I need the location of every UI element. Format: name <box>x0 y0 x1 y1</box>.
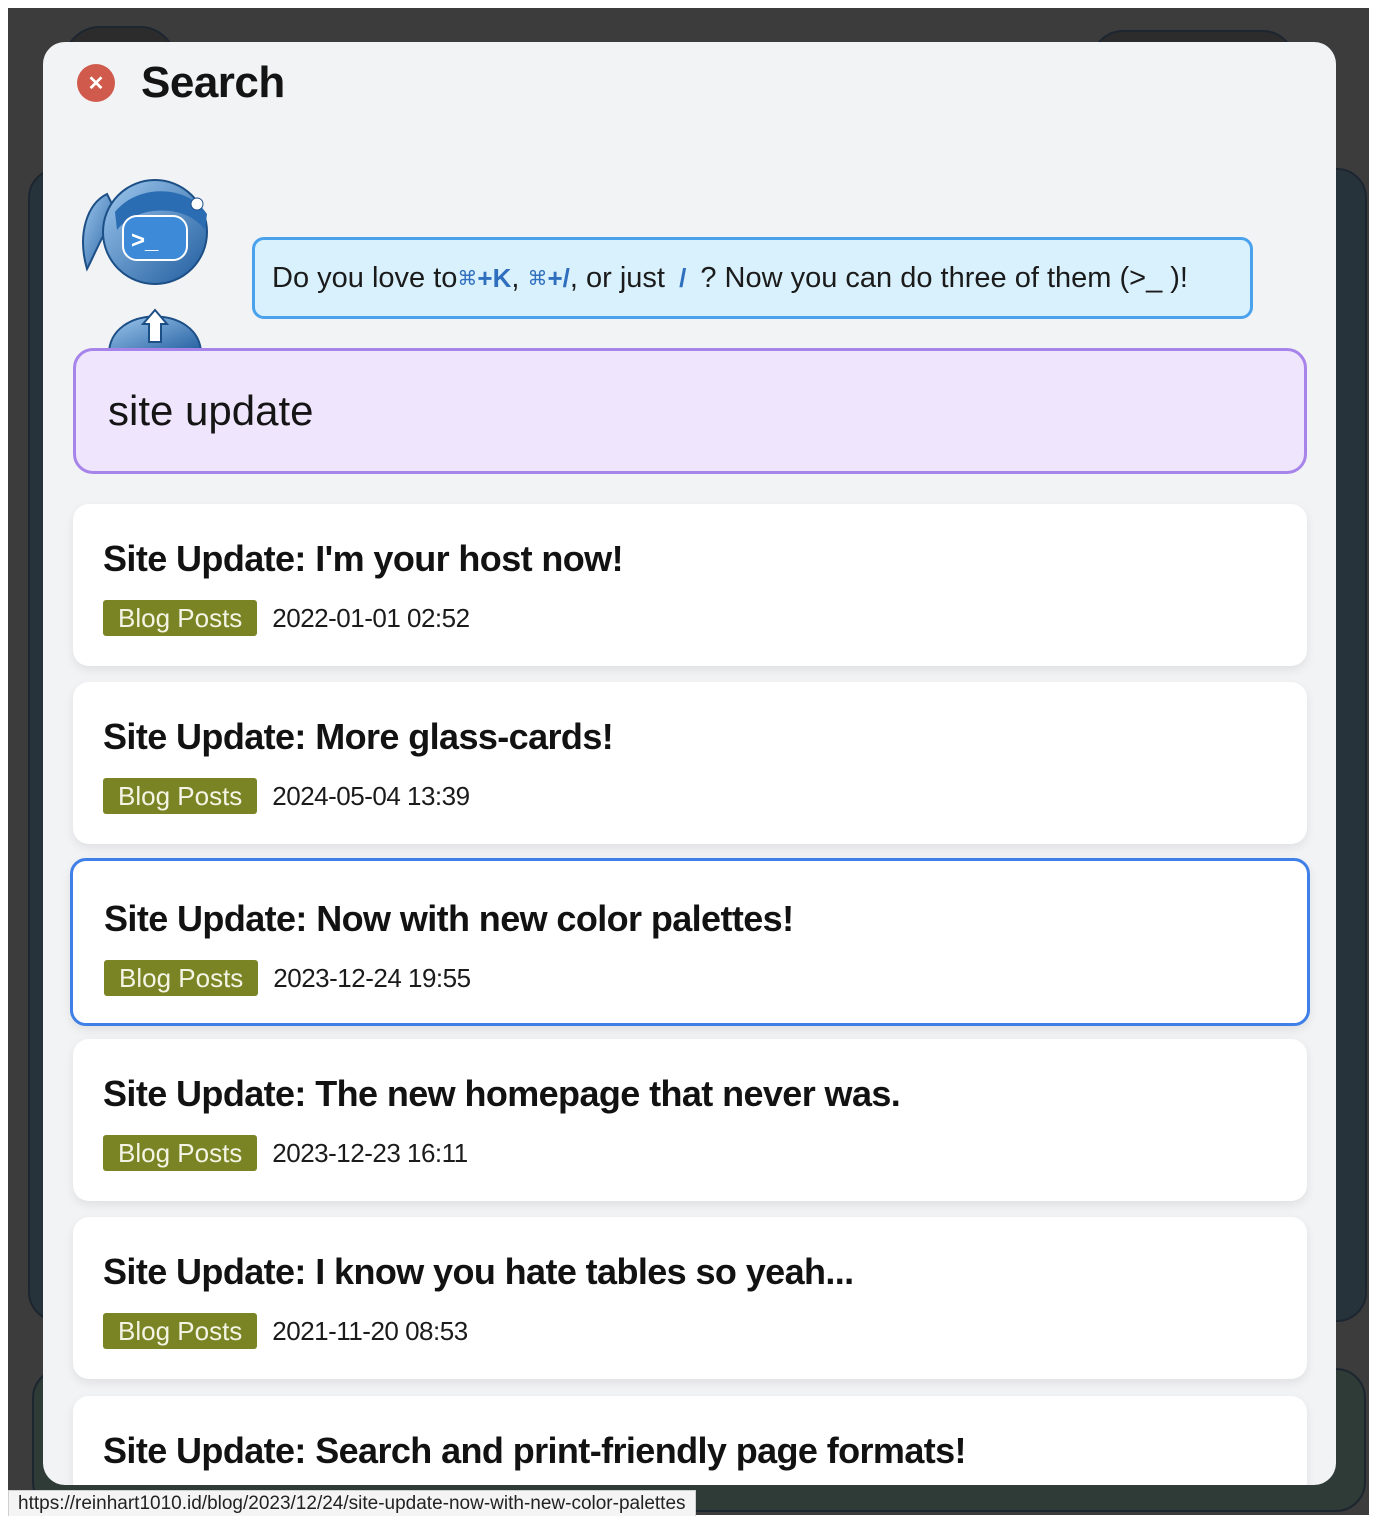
search-result-item[interactable]: Site Update: I'm your host now! Blog Pos… <box>73 504 1307 666</box>
search-result-item-selected[interactable]: Site Update: Now with new color palettes… <box>70 858 1310 1026</box>
modal-header: ✕ Search <box>77 58 285 107</box>
result-meta: Blog Posts 2021-11-20 08:53 <box>103 1313 1307 1349</box>
hint-text: ? Now you can do three of them (>_ )! <box>692 261 1188 294</box>
result-date: 2024-05-04 13:39 <box>272 780 470 811</box>
result-meta: Blog Posts 2024-05-04 13:39 <box>103 778 1307 814</box>
result-meta: Blog Posts 2023-12-24 19:55 <box>104 960 1307 996</box>
result-date: 2022-01-01 02:52 <box>272 602 470 633</box>
category-tag: Blog Posts <box>103 1313 258 1349</box>
result-meta: Blog Posts 2022-01-01 02:52 <box>103 600 1307 636</box>
result-date: 2021-11-20 08:53 <box>272 1315 468 1346</box>
category-tag: Blog Posts <box>104 960 259 996</box>
result-title: Site Update: More glass-cards! <box>103 716 614 757</box>
category-tag: Blog Posts <box>103 778 258 814</box>
result-meta: Blog Posts 2023-12-23 16:11 <box>103 1135 1307 1171</box>
search-result-item[interactable]: Site Update: Search and print-friendly p… <box>73 1396 1307 1485</box>
svg-text:>_: >_ <box>131 227 159 254</box>
hint-text: , or just <box>569 261 674 294</box>
status-bar-url: https://reinhart1010.id/blog/2023/12/24/… <box>8 1490 696 1516</box>
command-icon: ⌘ <box>457 267 478 290</box>
modal-title: Search <box>141 58 285 107</box>
search-result-item[interactable]: Site Update: More glass-cards! Blog Post… <box>73 682 1307 844</box>
result-date: 2023-12-24 19:55 <box>273 962 471 993</box>
hint-text: Do you love to <box>272 261 458 294</box>
terminal-mascot-icon: >_ <box>82 179 208 354</box>
shortcut-cmd-k: +K <box>477 262 512 293</box>
command-icon: ⌘ <box>527 267 548 290</box>
result-title: Site Update: Now with new color palettes… <box>104 898 794 939</box>
shortcut-slash: / <box>679 262 687 293</box>
result-title: Site Update: The new homepage that never… <box>103 1073 901 1114</box>
result-title: Site Update: I'm your host now! <box>103 538 624 579</box>
result-title: Site Update: I know you hate tables so y… <box>103 1251 854 1292</box>
search-result-item[interactable]: Site Update: The new homepage that never… <box>73 1039 1307 1201</box>
result-date: 2023-12-23 16:11 <box>272 1137 468 1168</box>
shortcut-hint-bubble: Do you love to ⌘ +K , ⌘ +/ , or just / ?… <box>252 237 1253 319</box>
search-modal: ✕ Search >_ Do you love to ⌘ +K , ⌘ +/ ,… <box>43 42 1336 1485</box>
category-tag: Blog Posts <box>103 1135 258 1171</box>
hint-text: , <box>511 261 528 294</box>
close-icon[interactable]: ✕ <box>77 64 115 102</box>
search-input[interactable] <box>73 348 1307 474</box>
search-result-item[interactable]: Site Update: I know you hate tables so y… <box>73 1217 1307 1379</box>
result-title: Site Update: Search and print-friendly p… <box>103 1430 967 1471</box>
category-tag: Blog Posts <box>103 600 258 636</box>
shortcut-cmd-slash: +/ <box>547 262 570 293</box>
